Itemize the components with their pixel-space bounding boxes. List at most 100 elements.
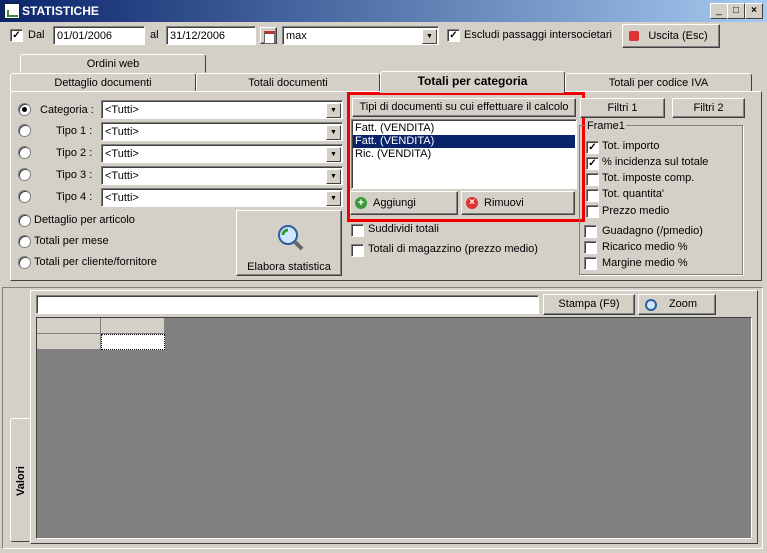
imposte-checkbox[interactable] (586, 173, 599, 186)
incidenza-label: % incidenza sul totale (602, 156, 709, 168)
mode-select[interactable]: max ▼ (282, 26, 439, 45)
tipo2-label: Tipo 2 : (56, 147, 93, 159)
grid-header-cell[interactable] (101, 318, 165, 334)
aggiungi-button[interactable]: + Aggiungi (350, 191, 458, 215)
chevron-down-icon[interactable]: ▼ (326, 191, 341, 206)
aggiungi-label: Aggiungi (373, 197, 416, 209)
margine-checkbox[interactable] (584, 257, 597, 270)
tab-dettaglio-documenti[interactable]: Dettaglio documenti (10, 73, 196, 92)
zoom-button[interactable]: Zoom (638, 294, 716, 315)
stampa-button[interactable]: Stampa (F9) (543, 294, 635, 315)
doc-types-list[interactable]: Fatt. (VENDITA) Fatt. (VENDITA) Ric. (VE… (351, 119, 577, 189)
tipo1-select[interactable]: <Tutti> ▼ (101, 122, 343, 141)
tab-totali-codice-iva[interactable]: Totali per codice IVA (565, 73, 752, 92)
list-item-selected[interactable]: Fatt. (VENDITA) (353, 135, 575, 148)
grid-data-cell[interactable] (101, 334, 165, 350)
magnifier-chart-icon (278, 225, 304, 251)
plus-icon: + (355, 197, 367, 209)
filtri2-button[interactable]: Filtri 2 (672, 98, 745, 118)
guadagno-label: Guadagno (/pmedio) (602, 225, 703, 237)
tipo4-select[interactable]: <Tutti> ▼ (101, 188, 343, 207)
magazzino-label: Totali di magazzino (prezzo medio) (368, 243, 538, 255)
chevron-down-icon[interactable]: ▼ (326, 103, 341, 118)
title-bar (0, 0, 767, 22)
radio-tipo1[interactable] (18, 124, 31, 137)
magazzino-checkbox[interactable] (351, 244, 364, 257)
tipo2-select[interactable]: <Tutti> ▼ (101, 144, 343, 163)
zoom-label: Zoom (668, 298, 698, 310)
suddividi-label: Suddividi totali (368, 223, 439, 235)
radio-tipo2[interactable] (18, 146, 31, 159)
dettaglio-articolo-label: Dettaglio per articolo (34, 214, 135, 226)
tipo1-label: Tipo 1 : (56, 125, 93, 137)
tipo4-value: <Tutti> (105, 192, 139, 204)
dal-checkbox[interactable]: ✓ (10, 29, 23, 42)
tab-totali-documenti[interactable]: Totali documenti (196, 73, 380, 92)
imposte-label: Tot. imposte comp. (602, 172, 695, 184)
dal-label: Dal (28, 29, 45, 41)
zoom-icon (645, 299, 657, 311)
tipo3-value: <Tutti> (105, 170, 139, 182)
grid-row-header-cell[interactable] (37, 334, 101, 350)
margine-label: Margine medio % (602, 257, 688, 269)
app-chart-icon (4, 3, 20, 19)
tot-importo-checkbox[interactable]: ✓ (586, 141, 599, 154)
radio-totali-cliente[interactable] (18, 256, 31, 269)
tab-valori[interactable]: Valori (10, 418, 30, 542)
rimuovi-button[interactable]: × Rimuovi (461, 191, 575, 215)
chevron-down-icon[interactable]: ▼ (326, 125, 341, 140)
tab-valori-label: Valori (15, 466, 27, 496)
radio-tipo3[interactable] (18, 168, 31, 181)
tab-ordini-web[interactable]: Ordini web (20, 54, 206, 73)
radio-categoria[interactable] (18, 103, 31, 116)
quantita-label: Tot. quantita' (602, 188, 665, 200)
guadagno-checkbox[interactable] (584, 225, 597, 238)
radio-dettaglio-articolo[interactable] (18, 214, 31, 227)
radio-tipo4[interactable] (18, 190, 31, 203)
rimuovi-label: Rimuovi (484, 197, 524, 209)
mode-select-value: max (286, 30, 307, 42)
categoria-select[interactable]: <Tutti> ▼ (101, 100, 343, 119)
minimize-button[interactable]: _ (710, 3, 728, 19)
categoria-label: Categoria : (40, 104, 94, 116)
radio-totali-mese[interactable] (18, 235, 31, 248)
ricarico-label: Ricarico medio % (602, 241, 688, 253)
elabora-statistica-button[interactable]: Elabora statistica (236, 210, 342, 276)
exit-label: Uscita (Esc) (648, 30, 708, 42)
al-label: al (150, 29, 159, 41)
escludi-checkbox[interactable]: ✓ (447, 29, 460, 42)
al-date-input[interactable]: 31/12/2006 (166, 26, 256, 45)
results-filter-input[interactable] (36, 295, 539, 314)
remove-icon: × (466, 197, 478, 209)
results-grid[interactable] (36, 317, 752, 539)
totali-mese-label: Totali per mese (34, 235, 109, 247)
quantita-checkbox[interactable] (586, 189, 599, 202)
elabora-label: Elabora statistica (247, 261, 331, 273)
tab-totali-per-categoria[interactable]: Totali per categoria (380, 71, 565, 93)
incidenza-checkbox[interactable]: ✓ (586, 157, 599, 170)
grid-corner-cell (37, 318, 101, 334)
tot-importo-label: Tot. importo (602, 140, 660, 152)
window-title: STATISTICHE (22, 4, 99, 18)
list-item[interactable]: Ric. (VENDITA) (353, 148, 575, 161)
calendar-icon (264, 31, 275, 44)
maximize-button[interactable]: □ (727, 3, 745, 19)
chevron-down-icon[interactable]: ▼ (422, 29, 437, 44)
calendar-button[interactable] (260, 27, 277, 44)
prezzo-medio-label: Prezzo medio (602, 205, 670, 217)
categoria-value: <Tutti> (105, 104, 139, 116)
list-item[interactable]: Fatt. (VENDITA) (353, 122, 575, 135)
exit-button[interactable]: Uscita (Esc) (622, 24, 720, 48)
tipo1-value: <Tutti> (105, 126, 139, 138)
chevron-down-icon[interactable]: ▼ (326, 169, 341, 184)
chevron-down-icon[interactable]: ▼ (326, 147, 341, 162)
tipo3-label: Tipo 3 : (56, 169, 93, 181)
prezzo-medio-checkbox[interactable] (586, 205, 599, 218)
close-button[interactable]: × (745, 3, 763, 19)
suddividi-checkbox[interactable] (351, 224, 364, 237)
filtri1-button[interactable]: Filtri 1 (580, 98, 665, 118)
tipo3-select[interactable]: <Tutti> ▼ (101, 166, 343, 185)
tipo4-label: Tipo 4 : (56, 191, 93, 203)
dal-date-input[interactable]: 01/01/2006 (53, 26, 145, 45)
ricarico-checkbox[interactable] (584, 241, 597, 254)
